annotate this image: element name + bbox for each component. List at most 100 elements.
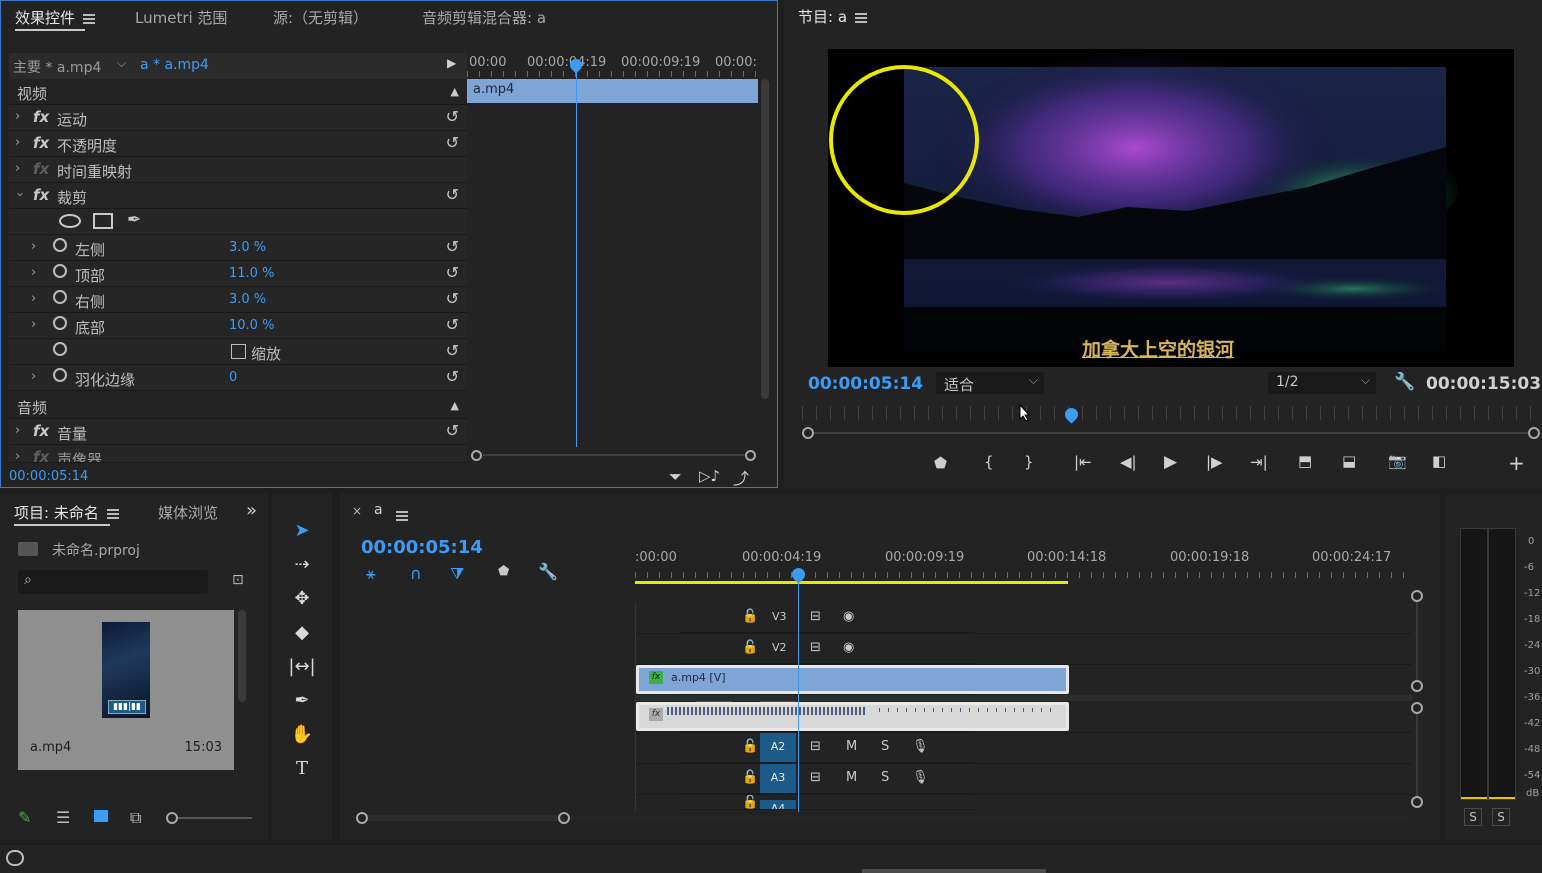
stopwatch-icon[interactable] [53,342,67,356]
panel-menu-icon[interactable] [83,13,96,24]
snap-magnet-icon[interactable]: ∩ [410,564,422,583]
ellipse-mask-icon[interactable] [59,214,81,228]
fx-icon[interactable]: fx [33,186,49,204]
clip-thumbnail-card[interactable]: ▮▮▮|▮▮ a.mp4 15:03 [18,610,234,770]
scroll-thumb[interactable] [368,815,564,821]
chevron-right-icon[interactable]: › [15,423,20,438]
extract-icon[interactable]: ⬓ [1342,452,1356,470]
close-sequence-icon[interactable]: × [352,504,362,518]
timeline-zoom-bar[interactable] [356,812,1410,824]
tab-source[interactable]: 源:（无剪辑） [273,7,368,28]
chevron-right-icon[interactable]: › [31,369,36,384]
pen-mask-icon[interactable]: ✒ [127,210,141,230]
timeline-timecode[interactable]: 00:00:05:14 [361,537,483,558]
chevron-right-icon[interactable]: › [15,109,20,124]
slip-tool-icon[interactable]: |↔| [286,652,318,682]
zoom-slider-track[interactable] [178,817,252,819]
video-scroll-handle-top[interactable] [1411,590,1423,602]
chevron-right-icon[interactable]: › [15,449,20,462]
collapse-up-icon[interactable]: ▲ [451,85,459,98]
tab-audio-clip-mixer[interactable]: 音频剪辑混合器: a [422,7,546,28]
track-select-tool-icon[interactable]: ⇢ [286,550,318,580]
panel-menu-icon[interactable] [106,508,119,519]
step-forward-icon[interactable]: |▶ [1206,453,1223,471]
master-clip-label[interactable]: 主要 * a.mp4 [13,57,101,77]
effect-row-crop[interactable]: › fx 裁剪 ↺ [9,183,467,209]
stopwatch-icon[interactable] [53,368,67,382]
timeline-ruler[interactable]: :00:00 00:00:04:19 00:00:09:19 00:00:14:… [635,546,1415,586]
freeform-view-icon[interactable]: ⧉ [130,808,141,828]
crop-param-right[interactable]: › 右侧 3.0 % ↺ [9,287,467,313]
export-icon[interactable]: ⤴ [733,465,749,489]
scroll-handle-left[interactable] [356,812,368,824]
filter-icon[interactable]: ⏷ [669,467,682,487]
panel-menu-icon[interactable] [855,12,868,23]
chevron-down-icon[interactable]: ⌵ [117,56,126,71]
reset-icon[interactable]: ↺ [446,107,459,126]
chevron-right-icon[interactable]: › [31,291,36,306]
project-search-input[interactable]: ⌕ [18,570,208,594]
fx-icon[interactable]: fx [33,422,49,440]
linked-selection-icon[interactable]: ⧩ [450,564,464,584]
tab-effect-controls[interactable]: 效果控件 [15,7,96,28]
zoom-slider-handle[interactable] [166,812,178,824]
sequence-clip-label[interactable]: a * a.mp4 [140,57,209,73]
video-clip[interactable]: fx a.mp4 [V] [636,665,1069,694]
export-frame-camera-icon[interactable]: 📷 [1388,452,1407,470]
audio-scroll-handle-top[interactable] [1411,702,1423,714]
type-tool-icon[interactable]: T [286,754,318,784]
reset-icon[interactable]: ↺ [446,133,459,152]
audio-scroll-handle-bottom[interactable] [1411,796,1423,808]
reset-icon[interactable]: ↺ [446,421,459,440]
scroll-handle-right[interactable] [745,450,756,461]
mark-out-icon[interactable]: } [1024,453,1034,471]
chevron-right-icon[interactable]: › [15,161,20,176]
solo-right-button[interactable]: S [1492,808,1510,826]
reset-icon[interactable]: ↺ [446,185,459,204]
sequence-name[interactable]: a [374,502,383,518]
reset-icon[interactable]: ↺ [446,367,459,386]
icon-view-icon[interactable] [94,810,108,822]
timeline-settings-wrench-icon[interactable]: 🔧 [538,562,558,581]
snap-nest-icon[interactable]: ⚹ [366,564,376,584]
tab-media-browser[interactable]: 媒体浏览 [158,502,220,523]
fx-icon[interactable]: fx [33,108,49,126]
program-video-frame[interactable]: 加拿大上空的银河 [828,49,1514,367]
reset-icon[interactable]: ↺ [446,237,459,256]
fx-icon[interactable]: fx [33,134,49,152]
chevron-right-icon[interactable]: › [31,317,36,332]
ec-zoom-scrollbar[interactable] [471,449,757,461]
creative-cloud-icon[interactable] [6,850,24,866]
add-marker-icon[interactable]: ⬟ [498,564,509,579]
go-to-in-icon[interactable]: |⇤ [1074,453,1092,471]
scroll-handle-left[interactable] [471,450,482,461]
monitor-zoom-bar[interactable] [802,426,1540,440]
tab-lumetri-scopes[interactable]: Lumetri 范围 [135,7,227,28]
param-value[interactable]: 3.0 % [229,240,266,255]
crop-param-bottom[interactable]: › 底部 10.0 % ↺ [9,313,467,339]
pen-tool-icon[interactable]: ✒ [286,686,318,716]
fit-dropdown[interactable]: 适合 ⌵ [936,372,1044,394]
project-vertical-scrollbar[interactable] [238,610,246,702]
program-timecode[interactable]: 00:00:05:14 [808,374,923,394]
chevron-right-icon[interactable]: › [15,135,20,150]
param-value[interactable]: 3.0 % [229,292,266,307]
effect-row-opacity[interactable]: › fx 不透明度 ↺ [9,131,467,157]
audio-scrub-icon[interactable]: ▷♪ [699,467,720,485]
comparison-view-icon[interactable]: ◧ [1432,452,1446,470]
reset-icon[interactable]: ↺ [446,341,459,360]
add-button-icon[interactable]: + [1508,451,1525,475]
scroll-handle-right[interactable] [1528,427,1540,439]
list-view-icon[interactable]: ☰ [56,808,70,827]
crop-param-zoom[interactable]: 缩放 ↺ [9,339,467,365]
scroll-handle-right[interactable] [558,812,570,824]
scroll-handle-left[interactable] [802,427,814,439]
stopwatch-icon[interactable] [53,264,67,278]
effect-row-time-remap[interactable]: › fx 时间重映射 [9,157,467,183]
video-section-header[interactable]: 视频 ▲ [9,79,467,105]
audio-clip[interactable]: fx [636,702,1069,731]
effect-row-volume[interactable]: › fx 音量 ↺ [9,419,467,445]
audio-section-header[interactable]: 音频 ▲ [9,393,467,419]
selection-tool-icon[interactable]: ➤ [286,516,318,546]
chevron-right-icon[interactable]: › [31,265,36,280]
